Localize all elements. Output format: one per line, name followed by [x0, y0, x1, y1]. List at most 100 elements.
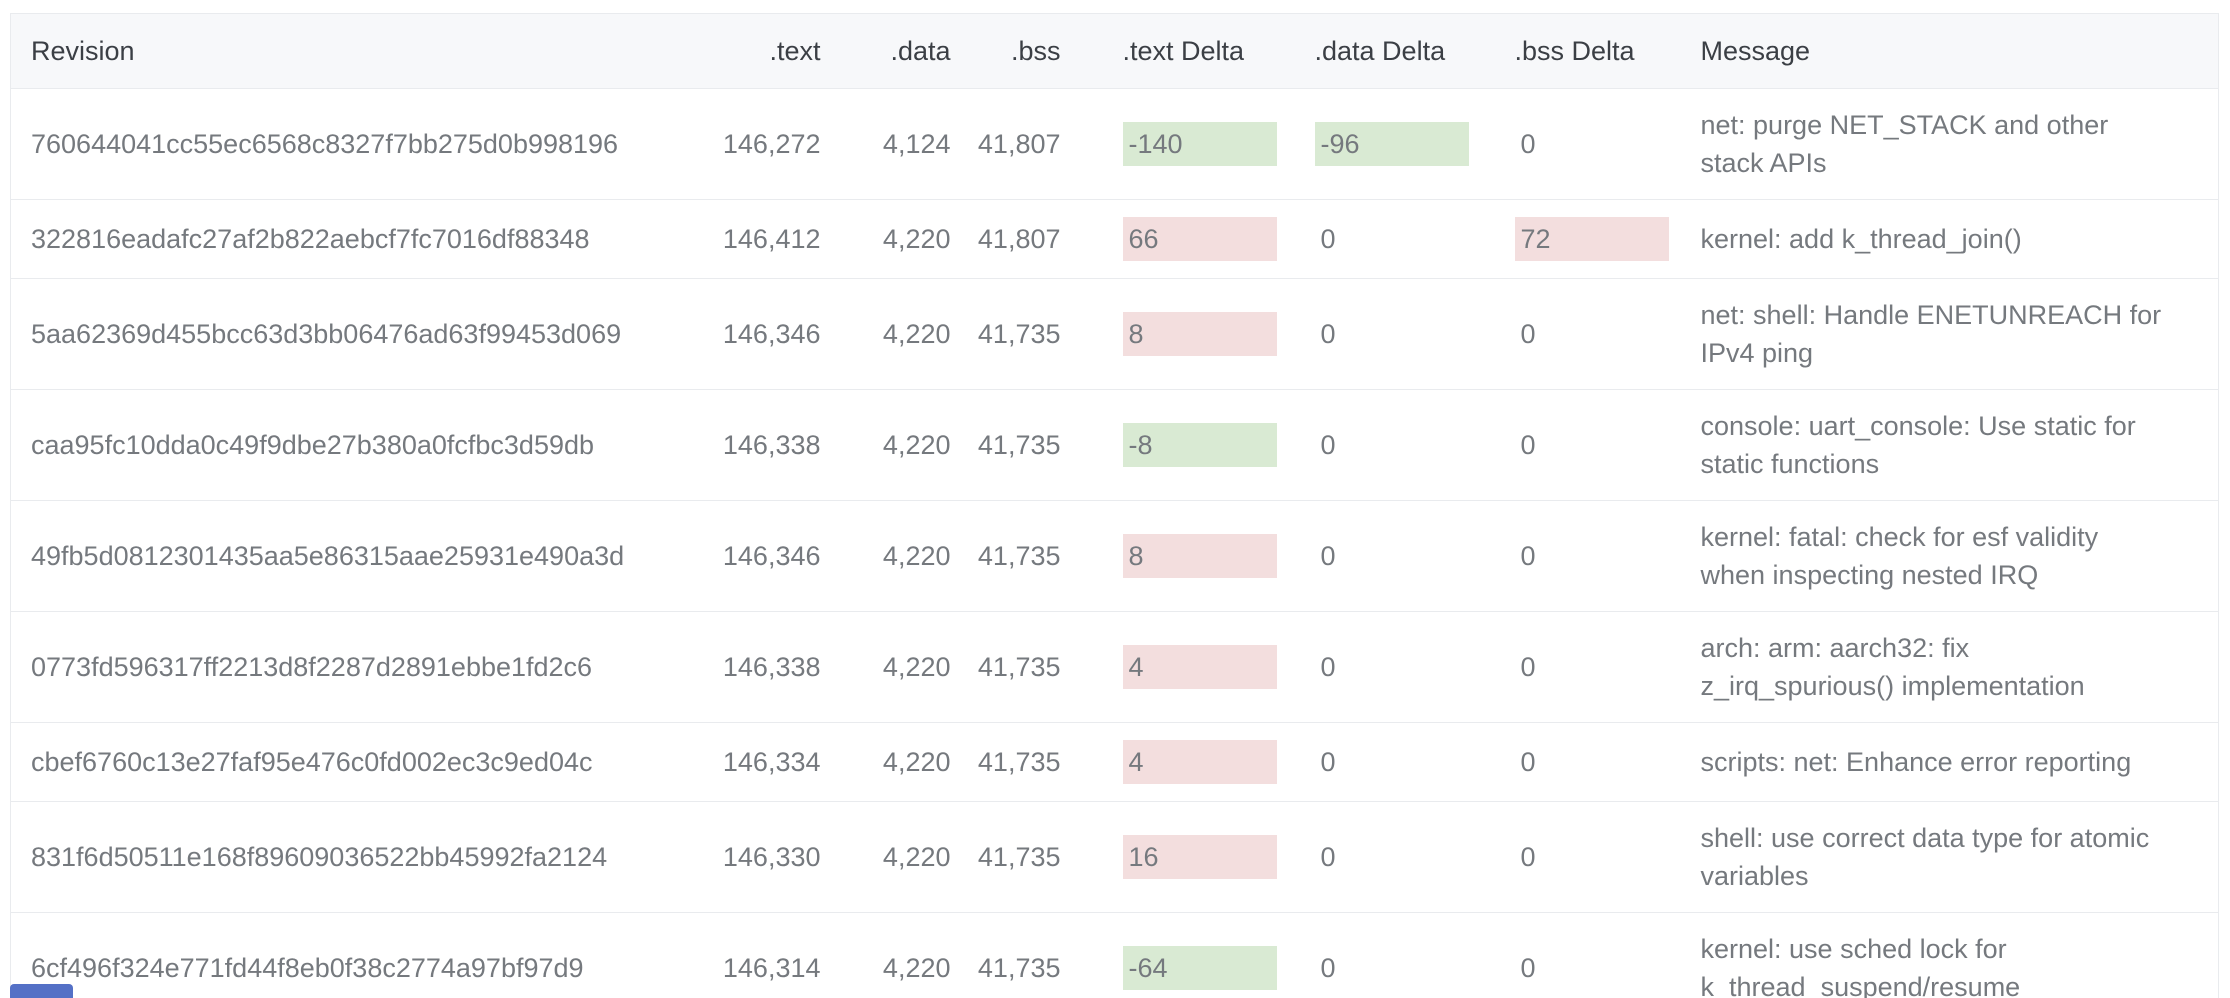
text-size-cell: 146,272	[691, 89, 831, 200]
text-delta-badge: 4	[1123, 740, 1277, 784]
bss-delta-cell: 0	[1463, 89, 1656, 200]
data-delta-cell: 0	[1263, 913, 1463, 998]
data-delta-badge: 0	[1315, 217, 1469, 261]
bss-delta-badge: 0	[1515, 946, 1669, 990]
text-size-cell: 146,412	[691, 200, 831, 279]
revision-cell: 760644041cc55ec6568c8327f7bb275d0b998196	[11, 89, 691, 200]
data-delta-cell: 0	[1263, 390, 1463, 501]
text-delta-cell: 8	[1071, 501, 1263, 612]
page: Revision .text .data .bss .text Delta .d…	[0, 0, 2230, 998]
revision-cell: cbef6760c13e27faf95e476c0fd002ec3c9ed04c	[11, 723, 691, 802]
bss-delta-badge: 0	[1515, 835, 1669, 879]
data-size-cell: 4,220	[831, 723, 961, 802]
revision-cell: 6cf496f324e771fd44f8eb0f38c2774a97bf97d9	[11, 913, 691, 998]
bss-delta-cell: 0	[1463, 279, 1656, 390]
table-row: 6cf496f324e771fd44f8eb0f38c2774a97bf97d9…	[11, 913, 2219, 998]
bss-delta-badge: 0	[1515, 122, 1669, 166]
column-header-message: Message	[1656, 14, 2219, 89]
data-size-cell: 4,220	[831, 279, 961, 390]
revision-cell: 0773fd596317ff2213d8f2287d2891ebbe1fd2c6	[11, 612, 691, 723]
data-delta-cell: 0	[1263, 200, 1463, 279]
bss-delta-cell: 0	[1463, 723, 1656, 802]
revision-size-table: Revision .text .data .bss .text Delta .d…	[10, 13, 2219, 998]
table-row: 831f6d50511e168f89609036522bb45992fa2124…	[11, 802, 2219, 913]
bss-delta-badge: 0	[1515, 423, 1669, 467]
text-delta-badge: 16	[1123, 835, 1277, 879]
bss-size-cell: 41,807	[961, 200, 1071, 279]
text-size-cell: 146,346	[691, 501, 831, 612]
data-delta-badge: 0	[1315, 534, 1469, 578]
message-cell: shell: use correct data type for atomic …	[1656, 802, 2219, 913]
text-delta-badge: -64	[1123, 946, 1277, 990]
text-delta-badge: 8	[1123, 312, 1277, 356]
table-row: 322816eadafc27af2b822aebcf7fc7016df88348…	[11, 200, 2219, 279]
table-row: cbef6760c13e27faf95e476c0fd002ec3c9ed04c…	[11, 723, 2219, 802]
partial-blue-element[interactable]	[10, 984, 73, 998]
revision-cell: caa95fc10dda0c49f9dbe27b380a0fcfbc3d59db	[11, 390, 691, 501]
column-header-text: .text	[691, 14, 831, 89]
bss-delta-cell: 0	[1463, 802, 1656, 913]
data-delta-badge: 0	[1315, 946, 1469, 990]
revision-cell: 5aa62369d455bcc63d3bb06476ad63f99453d069	[11, 279, 691, 390]
text-delta-badge: 4	[1123, 645, 1277, 689]
bss-delta-badge: 0	[1515, 645, 1669, 689]
bss-size-cell: 41,735	[961, 501, 1071, 612]
bss-delta-badge: 0	[1515, 740, 1669, 784]
text-size-cell: 146,346	[691, 279, 831, 390]
data-size-cell: 4,220	[831, 501, 961, 612]
data-delta-cell: 0	[1263, 612, 1463, 723]
bss-delta-badge: 72	[1515, 217, 1669, 261]
message-cell: arch: arm: aarch32: fix z_irq_spurious()…	[1656, 612, 2219, 723]
bss-size-cell: 41,735	[961, 390, 1071, 501]
table-header: Revision .text .data .bss .text Delta .d…	[11, 14, 2219, 89]
text-delta-cell: -140	[1071, 89, 1263, 200]
table-row: 49fb5d0812301435aa5e86315aae25931e490a3d…	[11, 501, 2219, 612]
bss-delta-badge: 0	[1515, 534, 1669, 578]
bss-size-cell: 41,735	[961, 802, 1071, 913]
message-cell: kernel: fatal: check for esf validity wh…	[1656, 501, 2219, 612]
bss-delta-cell: 0	[1463, 612, 1656, 723]
text-size-cell: 146,334	[691, 723, 831, 802]
bss-size-cell: 41,807	[961, 89, 1071, 200]
column-header-revision: Revision	[11, 14, 691, 89]
table-body: 760644041cc55ec6568c8327f7bb275d0b998196…	[11, 89, 2219, 998]
bss-size-cell: 41,735	[961, 279, 1071, 390]
bss-size-cell: 41,735	[961, 913, 1071, 998]
table-row: 760644041cc55ec6568c8327f7bb275d0b998196…	[11, 89, 2219, 200]
bss-delta-cell: 0	[1463, 390, 1656, 501]
data-size-cell: 4,220	[831, 802, 961, 913]
text-size-cell: 146,314	[691, 913, 831, 998]
column-header-data: .data	[831, 14, 961, 89]
revision-cell: 831f6d50511e168f89609036522bb45992fa2124	[11, 802, 691, 913]
header-row: Revision .text .data .bss .text Delta .d…	[11, 14, 2219, 89]
data-size-cell: 4,220	[831, 612, 961, 723]
message-cell: scripts: net: Enhance error reporting	[1656, 723, 2219, 802]
table-row: 0773fd596317ff2213d8f2287d2891ebbe1fd2c6…	[11, 612, 2219, 723]
text-delta-badge: -8	[1123, 423, 1277, 467]
revision-cell: 322816eadafc27af2b822aebcf7fc7016df88348	[11, 200, 691, 279]
text-delta-cell: -8	[1071, 390, 1263, 501]
data-delta-badge: 0	[1315, 312, 1469, 356]
text-delta-cell: -64	[1071, 913, 1263, 998]
column-header-data-delta: .data Delta	[1263, 14, 1463, 89]
data-size-cell: 4,220	[831, 390, 961, 501]
data-delta-cell: -96	[1263, 89, 1463, 200]
bss-delta-cell: 0	[1463, 501, 1656, 612]
bss-delta-badge: 0	[1515, 312, 1669, 356]
data-delta-badge: 0	[1315, 835, 1469, 879]
data-delta-cell: 0	[1263, 501, 1463, 612]
column-header-bss: .bss	[961, 14, 1071, 89]
table-row: caa95fc10dda0c49f9dbe27b380a0fcfbc3d59db…	[11, 390, 2219, 501]
data-delta-badge: 0	[1315, 423, 1469, 467]
message-cell: net: shell: Handle ENETUNREACH for IPv4 …	[1656, 279, 2219, 390]
text-delta-badge: 66	[1123, 217, 1277, 261]
text-delta-cell: 16	[1071, 802, 1263, 913]
text-delta-badge: 8	[1123, 534, 1277, 578]
text-delta-badge: -140	[1123, 122, 1277, 166]
data-delta-badge: -96	[1315, 122, 1469, 166]
text-delta-cell: 66	[1071, 200, 1263, 279]
message-cell: kernel: use sched lock for k_thread_susp…	[1656, 913, 2219, 998]
message-cell: console: uart_console: Use static for st…	[1656, 390, 2219, 501]
table-row: 5aa62369d455bcc63d3bb06476ad63f99453d069…	[11, 279, 2219, 390]
data-delta-cell: 0	[1263, 279, 1463, 390]
